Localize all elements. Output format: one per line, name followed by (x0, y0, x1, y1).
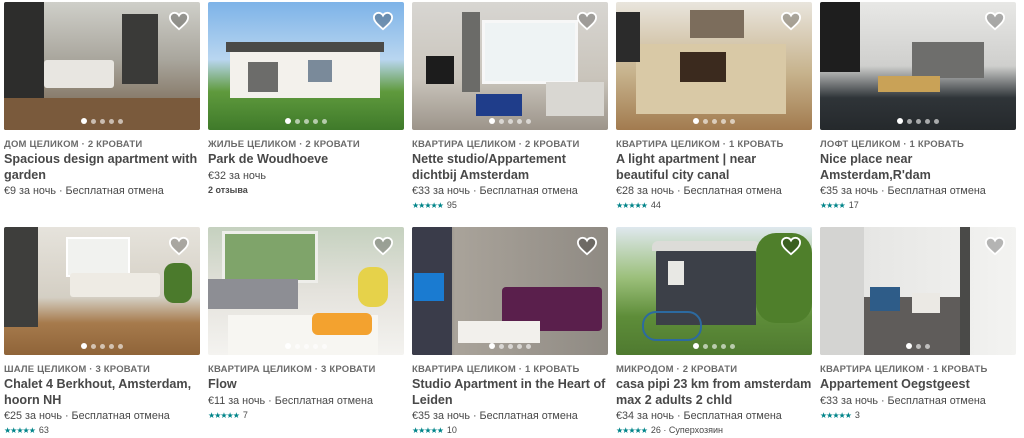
heart-icon[interactable] (372, 11, 394, 31)
listing-photo[interactable] (616, 2, 812, 130)
listing-title[interactable]: Flow (208, 377, 404, 393)
listing-type: КВАРТИРА ЦЕЛИКОМ · 2 КРОВАТИ (412, 139, 580, 150)
listing-card[interactable]: МИКРОДОМ · 2 КРОВАТИ casa pipi 23 km fro… (616, 227, 812, 436)
carousel-dots (412, 343, 608, 349)
listing-type: КВАРТИРА ЦЕЛИКОМ · 3 КРОВАТИ (208, 364, 376, 375)
listing-rating: ★★★★★ 95 (412, 200, 608, 211)
listing-price: €35 за ночь · Бесплатная отмена (412, 410, 578, 422)
review-count: 2 отзыва (208, 184, 248, 195)
heart-icon[interactable] (168, 11, 190, 31)
listing-price: €35 за ночь · Бесплатная отмена (820, 185, 986, 197)
listing-price: €34 за ночь · Бесплатная отмена (616, 410, 782, 422)
listing-price: €11 за ночь · Бесплатная отмена (208, 394, 374, 407)
review-count: 17 (848, 200, 859, 210)
rating-stars: ★★★★★ (820, 410, 852, 420)
listing-card[interactable]: КВАРТИРА ЦЕЛИКОМ · 1 КРОВАТЬ Appartement… (820, 227, 1016, 421)
listing-photo[interactable] (4, 2, 200, 130)
listing-photo[interactable] (208, 227, 404, 355)
listing-card[interactable]: ШАЛЕ ЦЕЛИКОМ · 3 КРОВАТИ Chalet 4 Berkho… (4, 227, 200, 436)
listing-title[interactable]: Studio Apartment in the Heart of Leiden (412, 377, 608, 408)
listing-card[interactable]: КВАРТИРА ЦЕЛИКОМ · 2 КРОВАТИ Nette studi… (412, 2, 608, 211)
listing-card[interactable]: КВАРТИРА ЦЕЛИКОМ · 3 КРОВАТИ Flow €11 за… (208, 227, 404, 421)
listing-card[interactable]: КВАРТИРА ЦЕЛИКОМ · 1 КРОВАТЬ A light apa… (616, 2, 812, 211)
listing-rating: ★★★★ 17 (820, 200, 1016, 211)
listing-title[interactable]: Chalet 4 Berkhout, Amsterdam, hoorn NH (4, 377, 200, 408)
listing-price: €32 за ночь (208, 169, 266, 182)
listing-title[interactable]: Nice place near Amsterdam,R'dam (820, 152, 1016, 183)
heart-icon[interactable] (984, 11, 1006, 31)
listing-rating: 2 отзыва (208, 185, 404, 196)
rating-stars: ★★★★ (820, 201, 846, 210)
listing-type: КВАРТИРА ЦЕЛИКОМ · 1 КРОВАТЬ (616, 139, 784, 150)
listing-rating: ★★★★★ 26 · Суперхозяин (616, 425, 812, 436)
rating-stars: ★★★★★ (208, 410, 240, 420)
listing-type: ЖИЛЬЕ ЦЕЛИКОМ · 2 КРОВАТИ (208, 139, 360, 150)
listing-type: ШАЛЕ ЦЕЛИКОМ · 3 КРОВАТИ (4, 364, 151, 375)
listing-card[interactable]: ДОМ ЦЕЛИКОМ · 2 КРОВАТИ Spacious design … (4, 2, 200, 197)
listing-photo[interactable] (820, 227, 1016, 355)
heart-icon[interactable] (780, 11, 802, 31)
listing-price: €25 за ночь · Бесплатная отмена (4, 410, 170, 422)
carousel-dots (208, 118, 404, 124)
listing-photo[interactable] (4, 227, 200, 355)
listing-rating: ★★★★★ 63 (4, 425, 200, 436)
listings-grid: ДОМ ЦЕЛИКОМ · 2 КРОВАТИ Spacious design … (0, 0, 1024, 438)
carousel-dots (412, 118, 608, 124)
listing-rating: ★★★★★ 10 (412, 425, 608, 436)
listing-title[interactable]: Appartement Oegstgeest (820, 377, 1016, 393)
carousel-dots (616, 343, 812, 349)
listing-card[interactable]: КВАРТИРА ЦЕЛИКОМ · 1 КРОВАТЬ Studio Apar… (412, 227, 608, 436)
listing-photo[interactable] (208, 2, 404, 130)
review-count: 26 (650, 425, 661, 435)
listing-price: €33 за ночь · Бесплатная отмена (820, 394, 986, 407)
heart-icon[interactable] (372, 236, 394, 256)
listing-type: ДОМ ЦЕЛИКОМ · 2 КРОВАТИ (4, 139, 143, 150)
review-count: 3 (854, 409, 860, 420)
listing-photo[interactable] (820, 2, 1016, 130)
listing-title[interactable]: casa pipi 23 km from amsterdam max 2 adu… (616, 377, 812, 408)
heart-icon[interactable] (780, 236, 802, 256)
review-count: 10 (446, 425, 457, 435)
listing-card[interactable]: ЛОФТ ЦЕЛИКОМ · 1 КРОВАТЬ Nice place near… (820, 2, 1016, 211)
carousel-dots (4, 118, 200, 124)
listing-price: €9 за ночь · Бесплатная отмена (4, 185, 164, 197)
listing-card[interactable]: ЖИЛЬЕ ЦЕЛИКОМ · 2 КРОВАТИ Park de Woudho… (208, 2, 404, 196)
rating-stars: ★★★★★ (616, 426, 648, 435)
carousel-dots (616, 118, 812, 124)
listing-title[interactable]: A light apartment | near beautiful city … (616, 152, 812, 183)
listing-type: КВАРТИРА ЦЕЛИКОМ · 1 КРОВАТЬ (412, 364, 580, 375)
superhost-badge: · Суперхозяин (663, 425, 723, 435)
carousel-dots (820, 343, 1016, 349)
listing-price: €33 за ночь · Бесплатная отмена (412, 185, 578, 197)
carousel-dots (4, 343, 200, 349)
rating-stars: ★★★★★ (412, 426, 444, 435)
heart-icon[interactable] (168, 236, 190, 256)
review-count: 63 (38, 425, 49, 435)
review-count: 7 (242, 409, 248, 420)
heart-icon[interactable] (576, 11, 598, 31)
rating-stars: ★★★★★ (616, 201, 648, 210)
listing-title[interactable]: Spacious design apartment with garden (4, 152, 200, 183)
review-count: 95 (446, 200, 457, 210)
listing-rating: ★★★★★ 7 (208, 410, 404, 421)
listing-price: €28 за ночь · Бесплатная отмена (616, 185, 782, 197)
listing-rating: ★★★★★ 3 (820, 410, 1016, 421)
rating-stars: ★★★★★ (4, 426, 36, 435)
listing-title[interactable]: Park de Woudhoeve (208, 152, 404, 168)
listing-photo[interactable] (412, 2, 608, 130)
carousel-dots (820, 118, 1016, 124)
listing-type: ЛОФТ ЦЕЛИКОМ · 1 КРОВАТЬ (820, 139, 965, 150)
listing-rating: ★★★★★ 44 (616, 200, 812, 211)
heart-icon[interactable] (984, 236, 1006, 256)
heart-icon[interactable] (576, 236, 598, 256)
listing-title[interactable]: Nette studio/Appartement dichtbij Amster… (412, 152, 608, 183)
listing-photo[interactable] (616, 227, 812, 355)
rating-stars: ★★★★★ (412, 201, 444, 210)
review-count: 44 (650, 200, 661, 210)
carousel-dots (208, 343, 404, 349)
listing-type: КВАРТИРА ЦЕЛИКОМ · 1 КРОВАТЬ (820, 364, 988, 375)
listing-photo[interactable] (412, 227, 608, 355)
listing-type: МИКРОДОМ · 2 КРОВАТИ (616, 364, 738, 375)
